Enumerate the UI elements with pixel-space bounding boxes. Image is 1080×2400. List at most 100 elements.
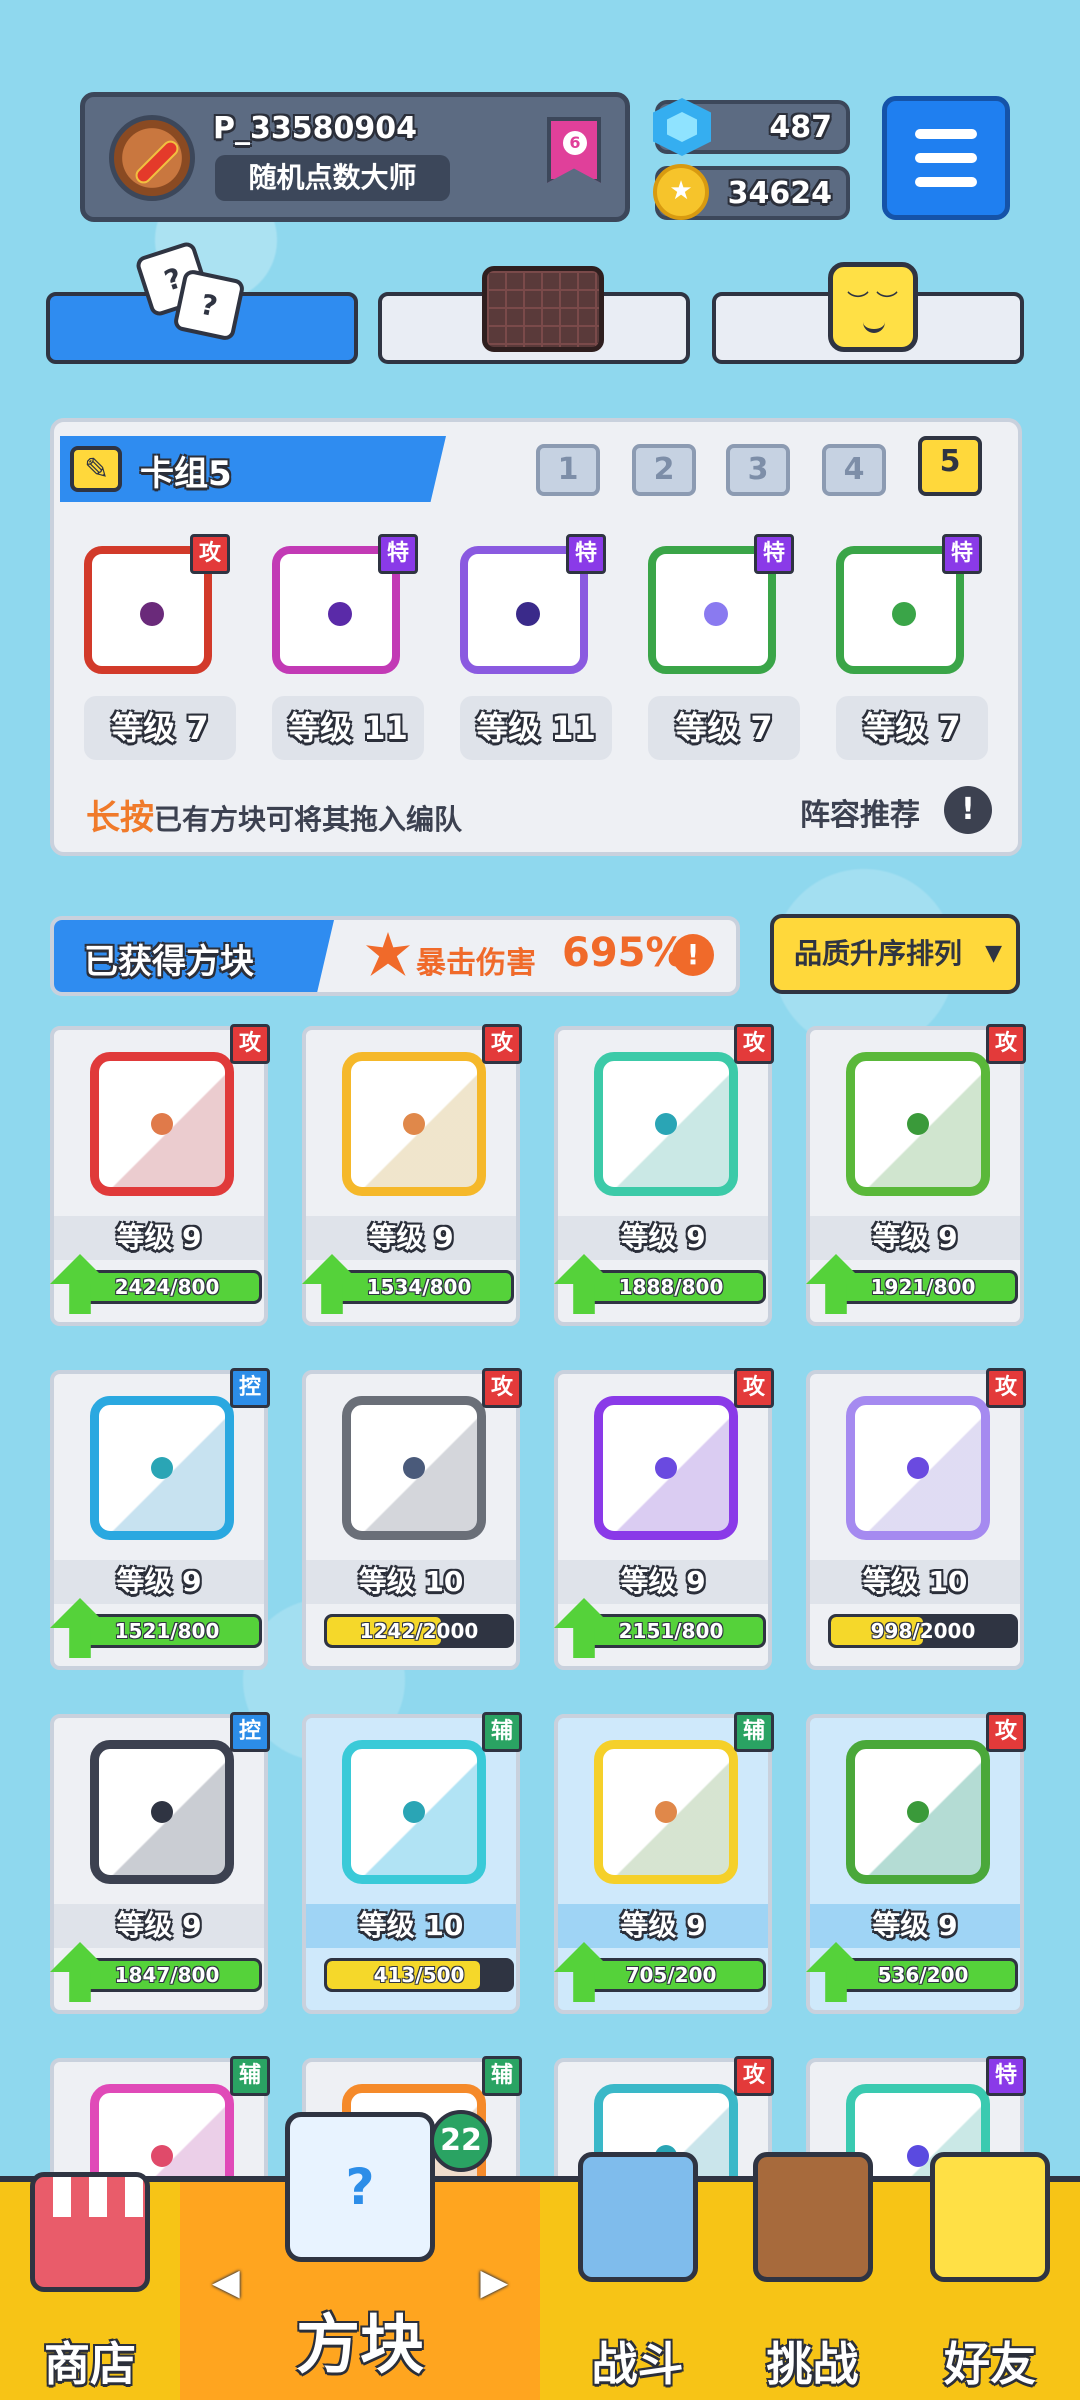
deck-slot[interactable]: 特 [632, 524, 794, 674]
hint-text: 已有方块可将其拖入编队 [154, 803, 463, 836]
deck-slot[interactable]: 特 [256, 524, 418, 674]
upgrade-arrow-icon[interactable] [50, 1942, 110, 2002]
block-art-icon [90, 1740, 234, 1884]
shop-icon [30, 2172, 150, 2292]
progress-text: 1242/2000 [359, 1619, 479, 1643]
upgrade-arrow-icon[interactable] [806, 1942, 866, 2002]
upgrade-arrow-icon[interactable] [50, 1598, 110, 1658]
nav-blocks[interactable]: ? ◀ ▶ 方块 [180, 2112, 540, 2400]
type-tag: 辅 [734, 1712, 774, 1752]
hint-key: 长按 [86, 798, 154, 838]
block-card[interactable]: 辅等级 9 705/200 [554, 1712, 774, 2014]
nav-battle-label: 战斗 [591, 2337, 684, 2391]
type-tag: 攻 [986, 1712, 1026, 1752]
player-title: 随机点数大师 [215, 155, 450, 201]
block-card[interactable]: 攻等级 9 1921/800 [806, 1024, 1026, 1326]
deck-panel: 卡组5 12345 攻等级 7 特等级 11 特等级 11 特等级 7 特等级 7 长按… [50, 418, 1022, 856]
block-level: 等级 10 [810, 1560, 1020, 1604]
block-card[interactable]: 攻等级 9 536/200 [806, 1712, 1026, 2014]
block-level: 等级 9 [54, 1216, 264, 1260]
type-tag: 攻 [986, 1368, 1026, 1408]
deck-slot[interactable]: 攻 [68, 524, 230, 674]
nav-challenge-label: 挑战 [766, 2337, 859, 2391]
progress-text: 413/500 [373, 1963, 465, 1987]
deck-slot-level: 等级 11 [272, 696, 424, 760]
obtained-title: 已获得方块 [84, 942, 254, 982]
type-tag: 特 [566, 534, 606, 574]
player-name: P_33580904 [213, 111, 417, 146]
block-art-icon [342, 1740, 486, 1884]
rank-badge-icon: 6 [547, 117, 601, 183]
menu-button[interactable] [882, 96, 1010, 220]
tab-dice[interactable]: ? ? [46, 239, 358, 364]
deck-number-5[interactable]: 5 [918, 436, 982, 496]
upgrade-progress-bar: 1242/2000 [324, 1614, 514, 1648]
gem-icon [653, 98, 711, 156]
tab-board[interactable] [378, 266, 690, 364]
type-tag: 攻 [482, 1024, 522, 1064]
deck-title-bar[interactable]: 卡组5 [60, 436, 446, 502]
upgrade-arrow-icon[interactable] [554, 1254, 614, 1314]
coin-icon: ★ [653, 164, 709, 220]
deck-slot[interactable]: 特 [444, 524, 606, 674]
nav-battle[interactable]: 战斗 [550, 2152, 725, 2400]
crit-info-icon[interactable]: ! [672, 934, 714, 976]
info-icon[interactable]: ! [944, 786, 992, 834]
progress-text: 998/2000 [870, 1619, 976, 1643]
player-profile-card[interactable]: P_33580904 随机点数大师 6 [80, 92, 630, 222]
deck-title: 卡组5 [140, 454, 232, 494]
tab-emote[interactable] [712, 262, 1024, 364]
deck-number-1[interactable]: 1 [536, 444, 600, 496]
lineup-recommend-button[interactable]: 阵容推荐 [800, 790, 920, 834]
nav-friends[interactable]: 好友 [900, 2152, 1080, 2400]
friends-icon [930, 2152, 1050, 2282]
nav-challenge[interactable]: 挑战 [725, 2152, 900, 2400]
crit-damage-label: 暴击伤害 [416, 946, 536, 981]
upgrade-arrow-icon[interactable] [554, 1942, 614, 2002]
block-card[interactable]: 攻等级 9 2424/800 [50, 1024, 270, 1326]
type-tag: 攻 [190, 534, 230, 574]
type-tag: 特 [378, 534, 418, 574]
upgrade-progress-bar: 998/2000 [828, 1614, 1018, 1648]
block-art-icon [90, 1396, 234, 1540]
block-card[interactable]: 控等级 9 1521/800 [50, 1368, 270, 1670]
block-card[interactable]: 攻等级 10 1242/2000 [302, 1368, 522, 1670]
type-tag: 特 [754, 534, 794, 574]
upgrade-arrow-icon[interactable] [50, 1254, 110, 1314]
gem-counter: 487 [653, 98, 850, 156]
sort-dropdown[interactable]: 品质升序排列 [770, 914, 1020, 994]
type-tag: 辅 [482, 1712, 522, 1752]
deck-slot-level: 等级 7 [84, 696, 236, 760]
upgrade-arrow-icon[interactable] [554, 1598, 614, 1658]
deck-number-4[interactable]: 4 [822, 444, 886, 496]
block-card[interactable]: 控等级 9 1847/800 [50, 1712, 270, 2014]
dice-icon: ? ? [133, 239, 252, 348]
block-card[interactable]: 攻等级 9 2151/800 [554, 1368, 774, 1670]
block-art-icon [846, 1396, 990, 1540]
deck-number-3[interactable]: 3 [726, 444, 790, 496]
upgrade-arrow-icon[interactable] [806, 1254, 866, 1314]
block-card[interactable]: 攻等级 9 1888/800 [554, 1024, 774, 1326]
mystery-box-icon: ? [285, 2112, 435, 2262]
block-level: 等级 9 [54, 1560, 264, 1604]
bottom-nav: 商店 ? ◀ ▶ 方块 22 战斗 挑战 好友 [0, 2110, 1080, 2400]
block-art-icon [846, 1740, 990, 1884]
type-tag: 攻 [230, 1024, 270, 1064]
block-card[interactable]: 攻等级 9 1534/800 [302, 1024, 522, 1326]
challenge-icon [752, 2152, 873, 2282]
deck-number-2[interactable]: 2 [632, 444, 696, 496]
edit-pencil-icon[interactable] [70, 446, 122, 492]
upgrade-arrow-icon[interactable] [302, 1254, 362, 1314]
type-tag: 特 [942, 534, 982, 574]
block-art-icon [90, 1052, 234, 1196]
block-card[interactable]: 辅等级 10 413/500 [302, 1712, 522, 2014]
type-tag: 攻 [986, 1024, 1026, 1064]
player-avatar[interactable] [109, 115, 195, 201]
block-level: 等级 9 [306, 1216, 516, 1260]
nav-shop[interactable]: 商店 [0, 2172, 180, 2400]
block-art-icon [846, 1052, 990, 1196]
block-card[interactable]: 攻等级 10 998/2000 [806, 1368, 1026, 1670]
block-level: 等级 10 [306, 1904, 516, 1948]
deck-slot[interactable]: 特 [820, 524, 982, 674]
type-tag: 攻 [482, 1368, 522, 1408]
